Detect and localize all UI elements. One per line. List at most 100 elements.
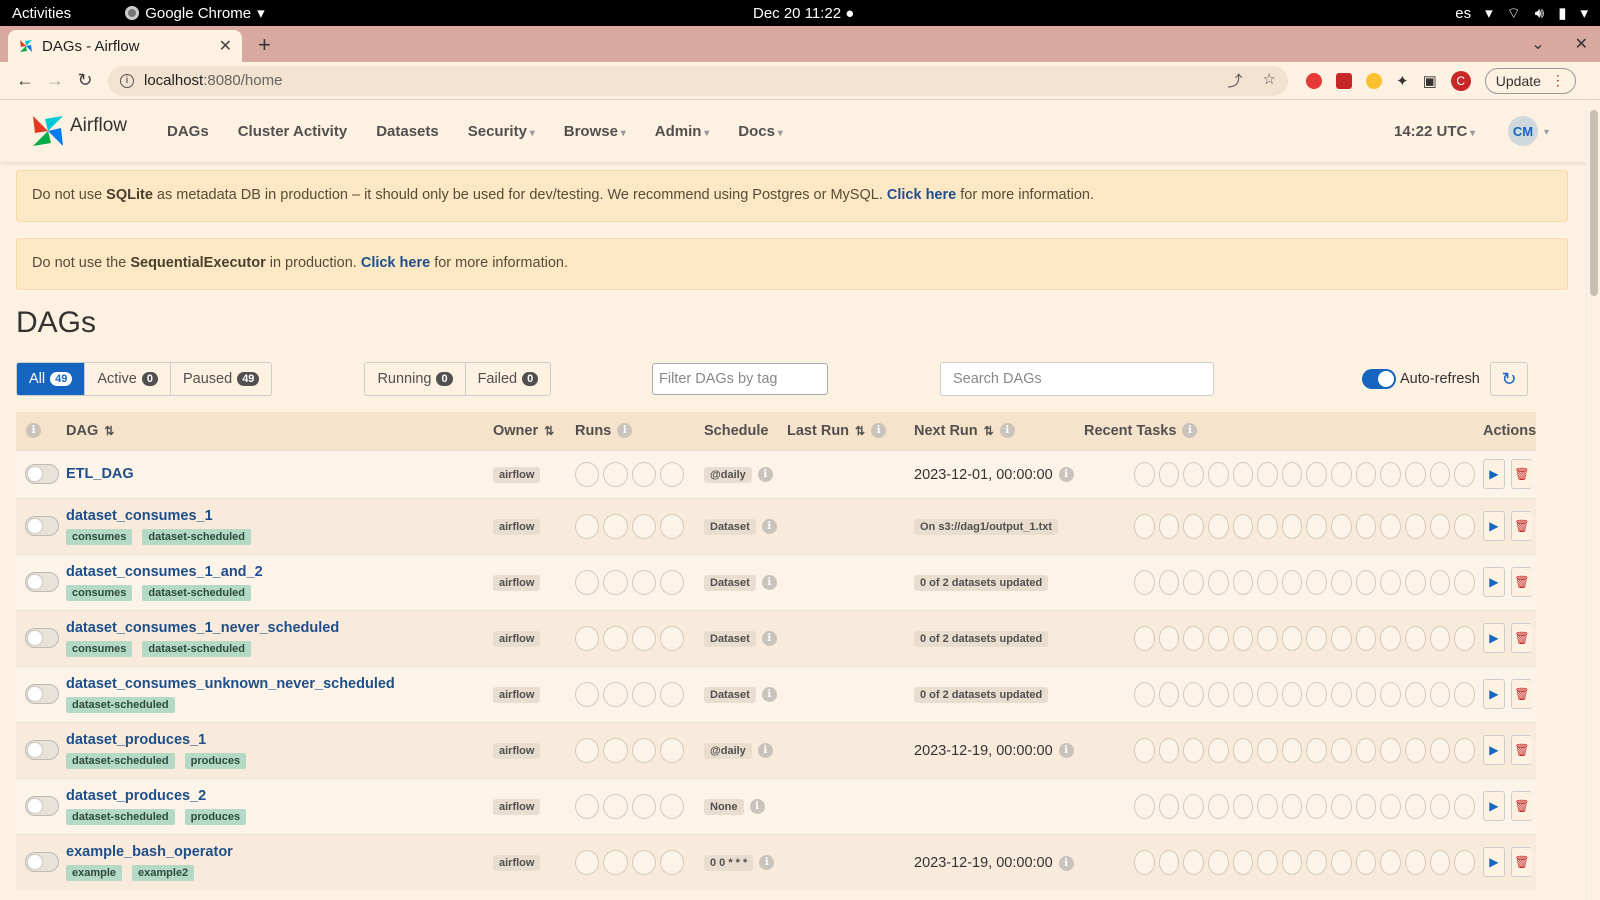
filter-paused-button[interactable]: Paused 49 — [171, 363, 271, 395]
status-circle[interactable] — [1380, 625, 1402, 651]
status-circle[interactable] — [575, 849, 600, 875]
owner-pill[interactable]: airflow — [493, 799, 541, 815]
status-circle[interactable] — [631, 737, 656, 763]
delete-dag-button[interactable]: 🗑︎ — [1510, 459, 1532, 489]
status-circle[interactable] — [1158, 461, 1180, 487]
refresh-button[interactable]: ↻ — [1490, 362, 1528, 396]
status-circle[interactable] — [1306, 569, 1328, 595]
nav-security[interactable]: Security — [468, 123, 535, 140]
status-circle[interactable] — [659, 461, 684, 487]
status-circle[interactable] — [1454, 793, 1475, 819]
status-circle[interactable] — [1306, 681, 1328, 707]
status-circle[interactable] — [1380, 793, 1402, 819]
info-icon[interactable]: i — [1058, 743, 1074, 759]
status-circle[interactable] — [575, 681, 600, 707]
status-circle[interactable] — [1405, 793, 1426, 819]
delete-dag-button[interactable]: 🗑︎ — [1510, 679, 1532, 709]
status-circle[interactable] — [1454, 849, 1475, 875]
status-circle[interactable] — [1232, 849, 1254, 875]
info-icon[interactable]: i — [761, 574, 777, 590]
status-circle[interactable] — [575, 793, 600, 819]
status-circle[interactable] — [1405, 681, 1426, 707]
dag-link[interactable]: example_bash_operator — [66, 844, 485, 860]
status-circle[interactable] — [1183, 737, 1204, 763]
status-circle[interactable] — [1380, 681, 1402, 707]
status-circle[interactable] — [1380, 569, 1402, 595]
browser-tab[interactable]: DAGs - Airflow ✕ — [8, 30, 242, 62]
status-circle[interactable] — [1158, 849, 1180, 875]
status-circle[interactable] — [1405, 513, 1426, 539]
status-circle[interactable] — [1232, 513, 1254, 539]
owner-pill[interactable]: airflow — [493, 687, 541, 703]
pause-toggle[interactable] — [25, 516, 59, 536]
status-circle[interactable] — [1454, 569, 1475, 595]
status-circle[interactable] — [659, 625, 684, 651]
dag-link[interactable]: ETL_DAG — [66, 466, 485, 482]
status-circle[interactable] — [1429, 681, 1451, 707]
info-icon[interactable]: i — [1182, 423, 1198, 439]
tab-search-icon[interactable]: ⌄ — [1531, 34, 1544, 54]
status-circle[interactable] — [1331, 461, 1352, 487]
status-circle[interactable] — [631, 625, 656, 651]
status-circle[interactable] — [575, 569, 600, 595]
owner-pill[interactable]: airflow — [493, 743, 541, 759]
status-circle[interactable] — [603, 793, 628, 819]
pause-toggle[interactable] — [25, 628, 59, 648]
status-circle[interactable] — [1158, 513, 1180, 539]
dag-tag[interactable]: dataset-scheduled — [66, 696, 175, 713]
opera-extension-icon[interactable] — [1306, 72, 1322, 89]
status-circle[interactable] — [1405, 625, 1426, 651]
status-circle[interactable] — [603, 625, 628, 651]
status-circle[interactable] — [603, 569, 628, 595]
info-icon[interactable]: i — [1058, 467, 1074, 483]
info-icon[interactable]: i — [757, 466, 773, 482]
status-circle[interactable] — [1281, 793, 1303, 819]
status-circle[interactable] — [1429, 513, 1451, 539]
info-icon[interactable]: i — [761, 630, 777, 646]
status-circle[interactable] — [1257, 513, 1278, 539]
status-circle[interactable] — [1429, 849, 1451, 875]
owner-pill[interactable]: airflow — [493, 631, 541, 647]
dag-tag[interactable]: consumes — [66, 584, 133, 601]
filter-active-button[interactable]: Active 0 — [85, 363, 171, 395]
scrollbar-thumb[interactable] — [1590, 110, 1598, 296]
dag-tag[interactable]: dataset-scheduled — [66, 752, 175, 769]
schedule-pill[interactable]: Dataset — [704, 687, 756, 703]
status-circle[interactable] — [1281, 737, 1303, 763]
filter-all-button[interactable]: All 49 — [17, 363, 86, 395]
status-circle[interactable] — [1454, 681, 1475, 707]
status-circle[interactable] — [1355, 625, 1377, 651]
status-circle[interactable] — [1207, 625, 1229, 651]
dag-link[interactable]: dataset_consumes_1_never_scheduled — [66, 620, 485, 636]
app-menu[interactable]: Google Chrome ▾ — [83, 4, 265, 22]
status-circle[interactable] — [1158, 737, 1180, 763]
dag-tag[interactable]: dataset-scheduled — [142, 640, 252, 657]
status-circle[interactable] — [1405, 849, 1426, 875]
timezone-selector[interactable]: 14:22 UTC — [1394, 123, 1475, 140]
owner-pill[interactable]: airflow — [493, 855, 541, 872]
status-circle[interactable] — [659, 513, 684, 539]
status-circle[interactable] — [1134, 513, 1155, 539]
status-circle[interactable] — [659, 681, 684, 707]
status-circle[interactable] — [1134, 849, 1155, 875]
schedule-pill[interactable]: 0 0 * * * — [704, 855, 754, 872]
status-circle[interactable] — [1355, 569, 1377, 595]
status-circle[interactable] — [1355, 793, 1377, 819]
status-circle[interactable] — [1331, 793, 1352, 819]
dag-tag[interactable]: example2 — [132, 864, 195, 881]
status-circle[interactable] — [1134, 793, 1155, 819]
forward-icon[interactable]: → — [40, 70, 70, 91]
status-circle[interactable] — [1281, 625, 1303, 651]
status-circle[interactable] — [659, 849, 684, 875]
dag-tag[interactable]: consumes — [66, 640, 133, 657]
status-circle[interactable] — [1158, 569, 1180, 595]
trigger-dag-button[interactable]: ▶ — [1483, 735, 1505, 765]
status-circle[interactable] — [1306, 737, 1328, 763]
status-circle[interactable] — [1158, 681, 1180, 707]
executor-click-here-link[interactable]: Click here — [361, 255, 430, 271]
status-circle[interactable] — [1134, 737, 1155, 763]
pause-toggle[interactable] — [25, 684, 59, 704]
pause-toggle[interactable] — [25, 852, 59, 873]
language-indicator[interactable]: es — [1455, 5, 1471, 22]
status-circle[interactable] — [1306, 461, 1328, 487]
